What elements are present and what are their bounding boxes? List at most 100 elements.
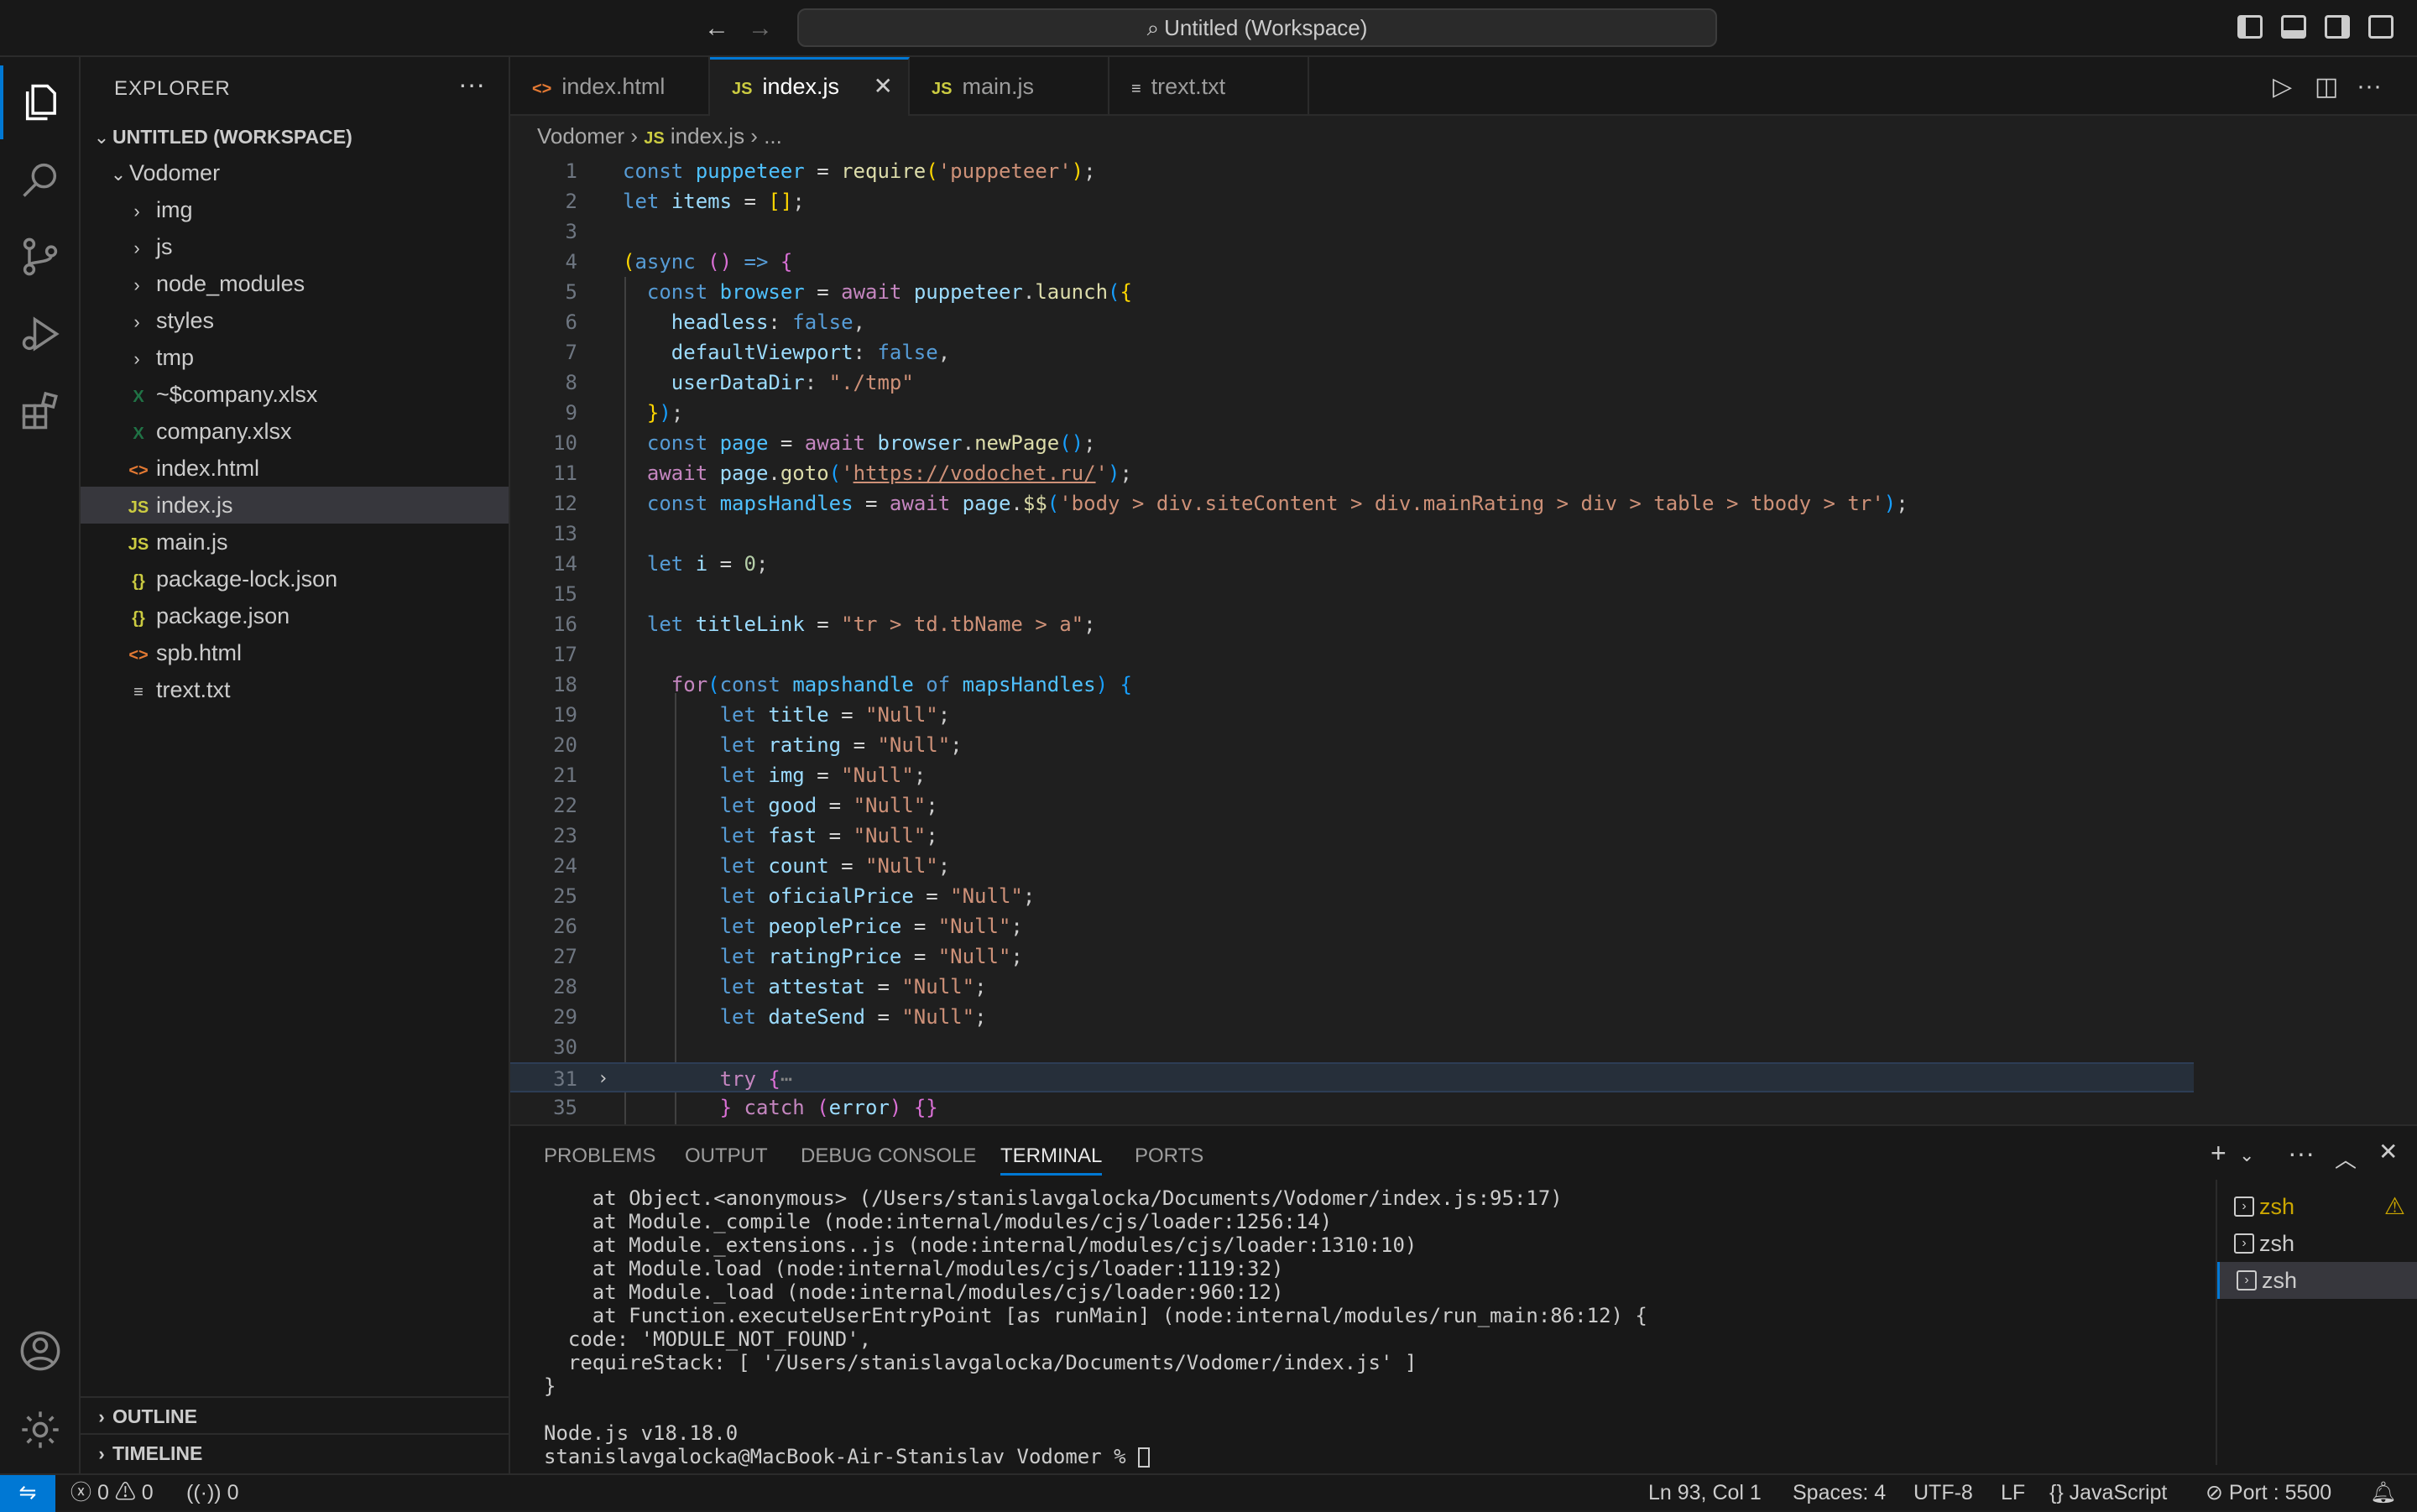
outline-section[interactable]: › OUTLINE <box>81 1396 509 1433</box>
html-file-icon: <> <box>532 80 552 98</box>
toggle-secondary-sidebar-icon[interactable] <box>2325 15 2350 39</box>
tree-file[interactable]: <> index.html <box>81 450 509 487</box>
tree-folder[interactable]: › tmp <box>81 339 509 376</box>
line-number: 20 <box>553 733 577 757</box>
braces-icon: {} <box>2049 1481 2064 1504</box>
more-actions-icon[interactable]: ··· <box>2357 72 2382 101</box>
account-icon[interactable] <box>0 1314 81 1388</box>
breadcrumb-symbol[interactable]: ... <box>764 123 782 149</box>
line-number: 18 <box>553 673 577 696</box>
terminal-prompt[interactable]: stanislavgalocka@MacBook-Air-Stanislav V… <box>544 1445 1151 1468</box>
code-line: let img = "Null"; <box>719 764 927 787</box>
code-line: try {⋯ <box>719 1067 793 1091</box>
remote-icon[interactable]: ⇋ <box>0 1475 55 1512</box>
search-icon: ⌕ <box>1146 15 1160 40</box>
terminal-item[interactable]: › zsh ⚠ <box>2217 1188 2417 1225</box>
forward-arrow-icon[interactable]: → <box>744 12 777 45</box>
explorer-icon[interactable] <box>0 65 81 139</box>
cursor-position[interactable]: Ln 93, Col 1 <box>1648 1475 1762 1510</box>
new-terminal-icon[interactable]: + <box>2211 1138 2226 1169</box>
live-server-port[interactable]: ⊘ Port : 5500 <box>2206 1475 2331 1510</box>
ports-status[interactable]: ((·)) 0 <box>186 1475 239 1510</box>
chevron-right-icon[interactable]: › <box>598 1064 608 1094</box>
problems-status[interactable]: ⓧ 0 ⚠ 0 <box>70 1475 154 1510</box>
toggle-panel-icon[interactable] <box>2281 15 2306 39</box>
tree-folder[interactable]: › js <box>81 228 509 265</box>
tree-folder[interactable]: › img <box>81 191 509 228</box>
command-center-search[interactable]: ⌕ Untitled (Workspace) <box>797 8 1717 47</box>
json-file-icon: {} <box>132 609 145 628</box>
folder-vodomer[interactable]: ⌄ Vodomer <box>81 154 509 191</box>
workspace-header[interactable]: ⌄ UNTITLED (WORKSPACE) <box>81 117 509 154</box>
breadcrumb-file[interactable]: index.js <box>671 123 744 149</box>
settings-gear-icon[interactable] <box>0 1393 81 1467</box>
tab-problems[interactable]: PROBLEMS <box>544 1139 655 1173</box>
code-editor[interactable]: 1 const puppeteer = require('puppeteer');… <box>510 156 2417 1124</box>
breadcrumb-folder[interactable]: Vodomer <box>537 123 624 149</box>
customize-layout-icon[interactable] <box>2368 15 2394 39</box>
tree-item-label: tmp <box>156 345 195 370</box>
terminal-item[interactable]: › zsh <box>2217 1225 2417 1262</box>
maximize-panel-icon[interactable]: ︿ <box>2335 1143 2357 1174</box>
line-number: 28 <box>553 975 577 998</box>
tab-terminal[interactable]: TERMINAL <box>1000 1139 1103 1176</box>
tree-file[interactable]: {} package.json <box>81 597 509 634</box>
timeline-section[interactable]: › TIMELINE <box>81 1433 509 1470</box>
tree-item-label: main.js <box>156 529 228 555</box>
line-number: 24 <box>553 854 577 878</box>
tab-main-js[interactable]: JS main.js <box>910 57 1109 116</box>
notifications-bell-icon[interactable]: 🔔︎ <box>2370 1475 2397 1510</box>
line-number: 4 <box>565 250 577 274</box>
terminal-icon: › <box>2237 1270 2257 1290</box>
line-number: 3 <box>565 220 577 243</box>
more-actions-icon[interactable]: ··· <box>458 69 485 100</box>
tab-ports[interactable]: PORTS <box>1135 1139 1203 1173</box>
tree-file[interactable]: X ~$company.xlsx <box>81 376 509 413</box>
source-control-icon[interactable] <box>0 220 81 294</box>
line-number: 9 <box>565 401 577 425</box>
line-ending[interactable]: LF <box>2001 1475 2025 1510</box>
tab-debug-console[interactable]: DEBUG CONSOLE <box>801 1139 976 1173</box>
tree-file[interactable]: {} package-lock.json <box>81 560 509 597</box>
broadcast-icon: ((·)) <box>186 1481 222 1504</box>
tree-folder[interactable]: › node_modules <box>81 265 509 302</box>
tree-file[interactable]: JS index.js <box>81 487 509 524</box>
tree-file[interactable]: <> spb.html <box>81 634 509 671</box>
extensions-icon[interactable] <box>0 374 81 448</box>
split-editor-icon[interactable]: ◫ <box>2315 72 2338 102</box>
chevron-down-icon[interactable]: ⌄ <box>2239 1144 2254 1166</box>
tab-index-html[interactable]: <> index.html <box>510 57 710 116</box>
tree-item-label: trext.txt <box>156 677 231 702</box>
tree-folder[interactable]: › styles <box>81 302 509 339</box>
indentation[interactable]: Spaces: 4 <box>1793 1475 1886 1510</box>
terminal-item[interactable]: › zsh <box>2217 1262 2417 1299</box>
line-number: 8 <box>565 371 577 394</box>
tree-file[interactable]: ≡ trext.txt <box>81 671 509 708</box>
close-panel-icon[interactable]: ✕ <box>2378 1138 2398 1165</box>
tab-index-js[interactable]: JS index.js ✕ <box>710 57 910 116</box>
language-mode[interactable]: {} JavaScript <box>2049 1475 2167 1510</box>
encoding[interactable]: UTF-8 <box>1913 1475 1973 1510</box>
chevron-right-icon: › <box>133 274 140 295</box>
back-arrow-icon[interactable]: ← <box>700 12 733 45</box>
tree-file[interactable]: JS main.js <box>81 524 509 560</box>
run-debug-icon[interactable] <box>0 297 81 371</box>
bottom-panel: PROBLEMS OUTPUT DEBUG CONSOLE TERMINAL P… <box>510 1124 2417 1473</box>
code-line: }); <box>646 401 684 425</box>
more-actions-icon[interactable]: ··· <box>2288 1138 2315 1169</box>
terminal-output[interactable]: at Object.<anonymous> (/Users/stanislavg… <box>544 1186 2417 1472</box>
js-file-icon: JS <box>932 80 953 98</box>
close-icon[interactable]: ✕ <box>874 60 893 113</box>
terminal-line: requireStack: [ '/Users/stanislavgalocka… <box>544 1351 1417 1374</box>
tab-trext-txt[interactable]: ≡ trext.txt <box>1109 57 1309 116</box>
line-number: 19 <box>553 703 577 727</box>
terminal-line: at Object.<anonymous> (/Users/stanislavg… <box>544 1186 1563 1210</box>
tree-item-label: company.xlsx <box>156 419 292 444</box>
chevron-right-icon: › <box>98 1406 105 1427</box>
tree-file[interactable]: Xcompany.xlsx <box>81 413 509 450</box>
run-file-icon[interactable]: ▷ <box>2273 72 2292 102</box>
tab-output[interactable]: OUTPUT <box>685 1139 768 1173</box>
search-icon[interactable] <box>0 143 81 216</box>
toggle-primary-sidebar-icon[interactable] <box>2237 15 2263 39</box>
code-line: let ratingPrice = "Null"; <box>719 945 1023 968</box>
